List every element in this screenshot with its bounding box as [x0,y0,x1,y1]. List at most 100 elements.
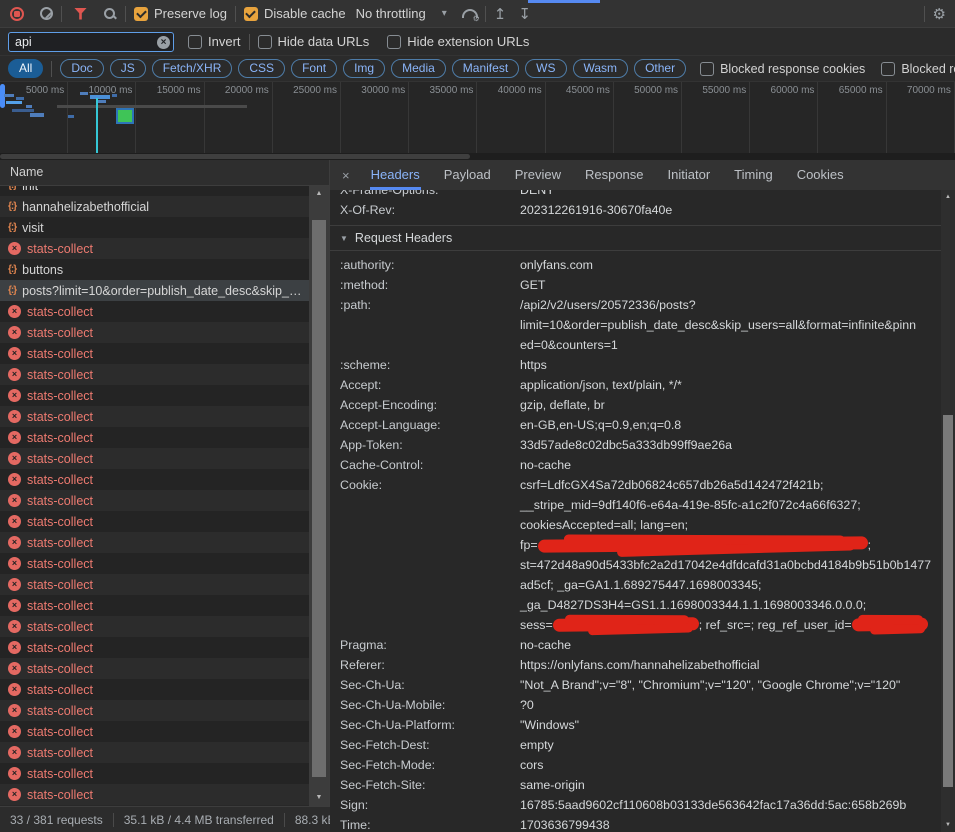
request-row[interactable]: {:}init [0,186,309,196]
disable-cache-checkbox[interactable]: Disable cache [244,6,346,21]
status-bar: 33 / 381 requests 35.1 kB / 4.4 MB trans… [0,806,330,832]
fetch-icon: {:} [8,285,16,296]
blocked-response-cookies-checkbox[interactable]: Blocked response cookies [700,62,865,76]
scroll-down-button[interactable]: ▼ [941,819,955,831]
filter-button[interactable] [74,8,87,20]
header-value: onlyfans.com [520,255,593,275]
request-row[interactable]: {:}visit [0,217,309,238]
clear-network-log-button[interactable] [40,7,53,20]
request-row[interactable]: ×stats-collect [0,553,309,574]
request-row[interactable]: ×stats-collect [0,658,309,679]
filter-pill-js[interactable]: JS [110,59,146,78]
scroll-down-button[interactable]: ▼ [309,792,329,804]
tab-timing[interactable]: Timing [733,160,774,190]
throttling-dropdown[interactable]: No throttling ▾ [356,6,447,21]
request-row[interactable]: ×stats-collect [0,343,309,364]
requests-scrollbar[interactable]: ▲ ▼ [309,186,329,806]
tab-headers[interactable]: Headers [370,160,421,190]
hide-extension-urls-checkbox[interactable]: Hide extension URLs [387,34,529,49]
request-row[interactable]: ×stats-collect [0,322,309,343]
request-row[interactable]: ×stats-collect [0,406,309,427]
header-value-text: fp= [520,538,538,552]
filter-pill-ws[interactable]: WS [525,59,566,78]
network-overview[interactable]: 5000 ms10000 ms15000 ms20000 ms25000 ms3… [0,82,955,153]
request-row[interactable]: ×stats-collect [0,301,309,322]
status-divider [113,813,114,827]
scroll-up-button[interactable]: ▲ [309,188,329,200]
tab-response[interactable]: Response [584,160,645,190]
invert-checkbox[interactable]: Invert [188,34,241,49]
request-row[interactable]: ×stats-collect [0,469,309,490]
filter-pill-doc[interactable]: Doc [60,59,103,78]
request-row[interactable]: ×stats-collect [0,364,309,385]
filter-pill-font[interactable]: Font [291,59,337,78]
devtools-settings-button[interactable]: ⚙ [933,5,946,23]
filter-pill-manifest[interactable]: Manifest [452,59,519,78]
filter-pill-other[interactable]: Other [634,59,686,78]
filter-pill-media[interactable]: Media [391,59,446,78]
request-row[interactable]: ×stats-collect [0,679,309,700]
request-row[interactable]: {:}hannahelizabethofficial [0,196,309,217]
scroll-up-button[interactable]: ▲ [941,191,955,203]
request-row[interactable]: ×stats-collect [0,763,309,784]
request-row[interactable]: ×stats-collect [0,574,309,595]
request-headers-section[interactable]: ▼Request Headers [330,225,941,251]
request-name: stats-collect [27,578,93,592]
record-button[interactable] [10,7,24,21]
header-name: :authority: [330,255,520,275]
blocked-requests-checkbox[interactable]: Blocked requests [881,62,955,76]
request-row[interactable]: {:}buttons [0,259,309,280]
tab-cookies[interactable]: Cookies [796,160,845,190]
section-title: Request Headers [355,231,452,245]
header-value-line: ad5cf; _ga=GA1.1.689275447.1698003345; [520,575,931,595]
request-row[interactable]: ×stats-collect [0,616,309,637]
request-row[interactable]: ×stats-collect [0,490,309,511]
request-row[interactable]: ×stats-collect [0,721,309,742]
preserve-log-checkbox[interactable]: Preserve log [134,6,227,21]
hide-data-urls-checkbox[interactable]: Hide data URLs [258,34,370,49]
request-row[interactable]: ×stats-collect [0,637,309,658]
request-row[interactable]: ×stats-collect [0,511,309,532]
request-row[interactable]: ×stats-collect [0,784,309,805]
export-har-button[interactable]: ↥ [494,5,507,23]
request-row[interactable]: {:}posts?limit=10&order=publish_date_des… [0,280,309,301]
details-scrollbar[interactable]: ▲ ▼ [941,190,955,832]
network-filter-input[interactable] [9,35,173,49]
filter-pill-img[interactable]: Img [343,59,385,78]
request-row[interactable]: ×stats-collect [0,448,309,469]
scrollbar-thumb[interactable] [943,415,953,787]
request-row[interactable]: ×stats-collect [0,700,309,721]
scrollbar-thumb[interactable] [0,154,470,159]
clear-filter-button[interactable]: × [157,36,170,49]
fetch-icon: {:} [8,186,16,191]
details-tabs: × Headers Payload Preview Response Initiator… [330,160,955,190]
request-row[interactable]: ×stats-collect [0,595,309,616]
scrollbar-thumb[interactable] [312,220,326,777]
network-conditions-button[interactable] [461,8,477,20]
close-details-button[interactable]: × [342,169,350,182]
error-icon: × [8,767,21,780]
request-row[interactable]: ×stats-collect [0,742,309,763]
header-row: :path:/api2/v2/users/20572336/posts?limi… [330,295,941,355]
import-har-button[interactable]: ↧ [518,5,531,23]
header-value-line: sess=; ref_src=; reg_ref_user_id= [520,615,931,635]
search-button[interactable] [103,7,117,21]
header-name: Accept-Language: [330,415,520,435]
throttling-value: No throttling [356,6,426,21]
name-column-header[interactable]: Name [0,160,329,186]
header-value: GET [520,275,545,295]
tab-payload[interactable]: Payload [443,160,492,190]
tab-initiator[interactable]: Initiator [667,160,712,190]
filter-pill-all[interactable]: All [8,59,43,78]
request-row[interactable]: ×stats-collect [0,238,309,259]
overview-hscrollbar[interactable] [0,153,955,160]
request-name: stats-collect [27,599,93,613]
filter-pill-wasm[interactable]: Wasm [573,59,629,78]
header-value-line: cookiesAccepted=all; lang=en; [520,515,931,535]
request-row[interactable]: ×stats-collect [0,532,309,553]
request-row[interactable]: ×stats-collect [0,427,309,448]
filter-pill-fetch-xhr[interactable]: Fetch/XHR [152,59,233,78]
filter-pill-css[interactable]: CSS [238,59,285,78]
tab-preview[interactable]: Preview [514,160,562,190]
request-row[interactable]: ×stats-collect [0,385,309,406]
